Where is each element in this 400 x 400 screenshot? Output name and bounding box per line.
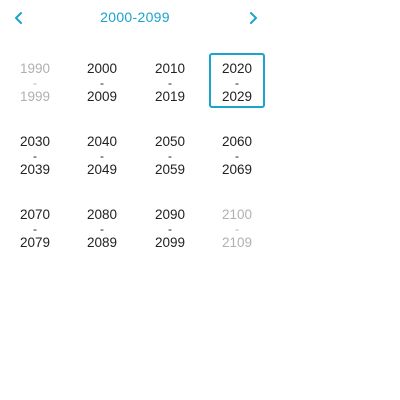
decade-separator: - <box>100 76 104 90</box>
decade-cell[interactable]: 2030 - 2039 <box>7 126 63 181</box>
decade-start: 2090 <box>154 207 186 222</box>
decade-cell[interactable]: 2080 - 2089 <box>74 199 130 254</box>
decade-row: 1990 - 1999 2000 - 2009 2010 - 2019 2020… <box>0 52 270 125</box>
decade-cell[interactable]: 2040 - 2049 <box>74 126 130 181</box>
decade-start: 1990 <box>19 61 51 76</box>
decade-cell[interactable]: 1990 - 1999 <box>7 53 63 108</box>
decade-end: 2039 <box>19 162 51 177</box>
decade-end: 2069 <box>221 162 253 177</box>
picker-header: 2000-2099 <box>0 0 270 36</box>
decade-start: 2040 <box>86 134 118 149</box>
next-century-button[interactable] <box>242 7 264 29</box>
decade-start: 2010 <box>154 61 186 76</box>
decade-end: 2049 <box>86 162 118 177</box>
decade-cell[interactable]: 2100 - 2109 <box>209 199 265 254</box>
decade-separator: - <box>33 76 37 90</box>
century-title[interactable]: 2000-2099 <box>70 9 200 25</box>
decade-cell[interactable]: 2060 - 2069 <box>209 126 265 181</box>
decade-separator: - <box>235 149 239 163</box>
decade-end: 2059 <box>154 162 186 177</box>
decade-separator: - <box>168 76 172 90</box>
decade-start: 2030 <box>19 134 51 149</box>
decade-separator: - <box>100 222 104 236</box>
decade-end: 2029 <box>221 89 253 104</box>
chevron-left-icon <box>15 12 22 24</box>
decade-start: 2000 <box>86 61 118 76</box>
decade-end: 2099 <box>154 235 186 250</box>
decade-cell[interactable]: 2020 - 2029 <box>209 53 265 108</box>
decade-start: 2070 <box>19 207 51 222</box>
decade-start: 2080 <box>86 207 118 222</box>
decade-picker: 2000-2099 1990 - 1999 2000 - 2009 2010 -… <box>0 0 270 270</box>
decade-separator: - <box>235 76 239 90</box>
decade-cell[interactable]: 2000 - 2009 <box>74 53 130 108</box>
decade-cell[interactable]: 2090 - 2099 <box>142 199 198 254</box>
decade-end: 2109 <box>221 235 253 250</box>
decade-separator: - <box>168 222 172 236</box>
decade-row: 2030 - 2039 2040 - 2049 2050 - 2059 2060… <box>0 125 270 198</box>
chevron-right-icon <box>250 12 257 24</box>
decade-separator: - <box>235 222 239 236</box>
decade-cell[interactable]: 2050 - 2059 <box>142 126 198 181</box>
decade-separator: - <box>33 149 37 163</box>
decade-grid: 1990 - 1999 2000 - 2009 2010 - 2019 2020… <box>0 52 270 271</box>
decade-end: 1999 <box>19 89 51 104</box>
decade-start: 2100 <box>221 207 253 222</box>
prev-century-button[interactable] <box>8 7 30 29</box>
decade-end: 2089 <box>86 235 118 250</box>
decade-separator: - <box>33 222 37 236</box>
decade-start: 2020 <box>221 61 253 76</box>
decade-cell[interactable]: 2010 - 2019 <box>142 53 198 108</box>
decade-start: 2050 <box>154 134 186 149</box>
decade-end: 2009 <box>86 89 118 104</box>
decade-separator: - <box>168 149 172 163</box>
decade-row: 2070 - 2079 2080 - 2089 2090 - 2099 2100… <box>0 198 270 271</box>
decade-end: 2079 <box>19 235 51 250</box>
decade-separator: - <box>100 149 104 163</box>
decade-start: 2060 <box>221 134 253 149</box>
decade-cell[interactable]: 2070 - 2079 <box>7 199 63 254</box>
decade-end: 2019 <box>154 89 186 104</box>
